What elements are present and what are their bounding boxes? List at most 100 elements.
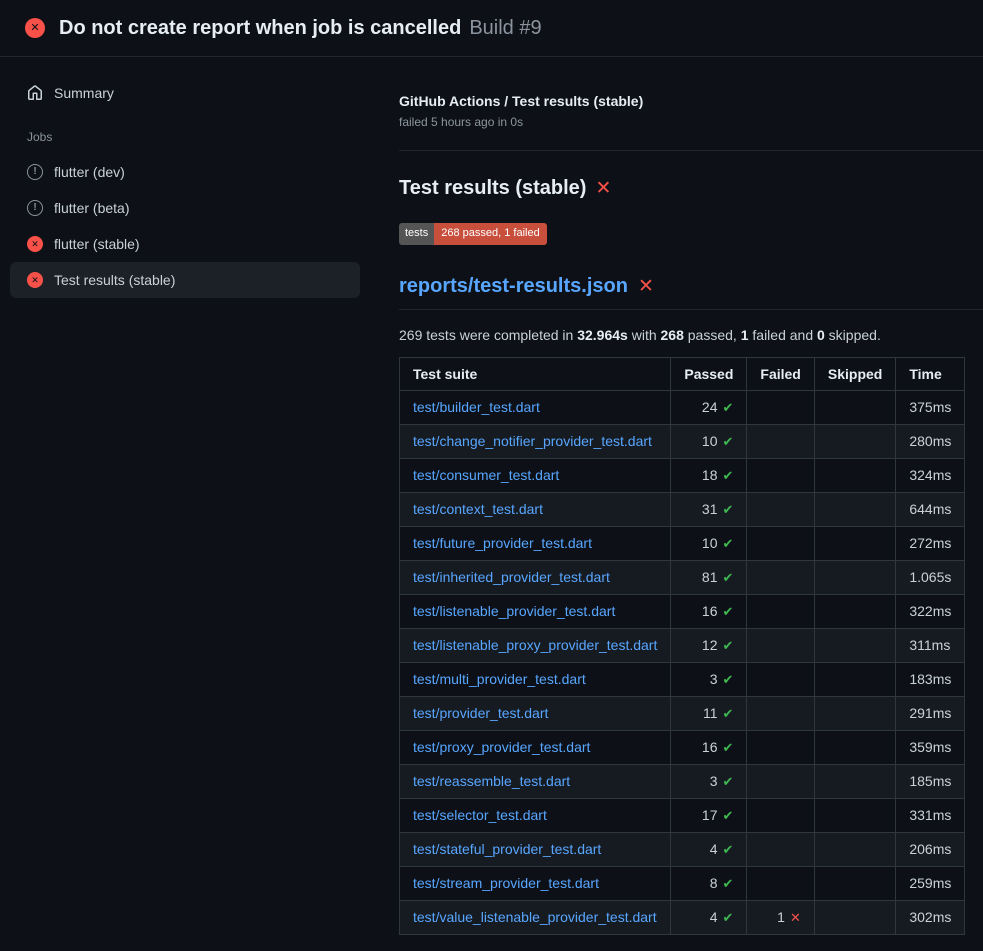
- badge-value: 268 passed, 1 failed: [434, 223, 546, 245]
- failed-cell: [747, 866, 814, 900]
- passed-cell: 10✔: [671, 526, 747, 560]
- passed-count: 3: [710, 671, 718, 687]
- passed-count: 31: [702, 501, 718, 517]
- failed-count: 1: [777, 909, 785, 925]
- failed-cell: [747, 696, 814, 730]
- skipped-cell: [814, 866, 895, 900]
- suite-cell: test/value_listenable_provider_test.dart: [400, 900, 671, 934]
- test-suite-link[interactable]: test/selector_test.dart: [413, 807, 547, 823]
- check-icon: ✔: [723, 502, 734, 517]
- passed-cell: 31 ✔: [671, 492, 747, 526]
- failed-cell: [747, 594, 814, 628]
- test-suite-link[interactable]: test/proxy_provider_test.dart: [413, 739, 590, 755]
- passed-cell: 8✔: [671, 866, 747, 900]
- suite-cell: test/inherited_provider_test.dart: [400, 560, 671, 594]
- failed-cell: [747, 730, 814, 764]
- jobs-list: !flutter (dev)!flutter (beta)✕flutter (s…: [10, 154, 360, 298]
- summary-part: 32.964s: [577, 327, 628, 343]
- main-content: GitHub Actions / Test results (stable) f…: [368, 57, 983, 951]
- failed-cell: [747, 628, 814, 662]
- sidebar-item-job[interactable]: !flutter (dev): [10, 154, 360, 190]
- time-cell: 1.065s: [896, 560, 965, 594]
- suite-cell: test/stream_provider_test.dart: [400, 866, 671, 900]
- failed-icon: ✕: [27, 272, 43, 288]
- neutral-icon: !: [27, 200, 43, 216]
- section-title-text: Test results (stable): [399, 177, 586, 200]
- sidebar-item-job[interactable]: ✕flutter (stable): [10, 226, 360, 262]
- failed-cell: [747, 764, 814, 798]
- table-row: test/stateful_provider_test.dart4✔206ms: [400, 832, 965, 866]
- test-suite-link[interactable]: test/reassemble_test.dart: [413, 773, 570, 789]
- test-suite-link[interactable]: test/stateful_provider_test.dart: [413, 841, 601, 857]
- report-file-link[interactable]: reports/test-results.json: [399, 275, 628, 298]
- check-icon: ✔: [723, 774, 734, 789]
- test-suite-link[interactable]: test/listenable_proxy_provider_test.dart: [413, 637, 657, 653]
- skipped-cell: [814, 764, 895, 798]
- test-suite-link[interactable]: test/context_test.dart: [413, 501, 543, 517]
- table-row: test/inherited_provider_test.dart81✔1.06…: [400, 560, 965, 594]
- suite-cell: test/listenable_provider_test.dart: [400, 594, 671, 628]
- time-cell: 280ms: [896, 424, 965, 458]
- passed-count: 4: [710, 909, 718, 925]
- summary-part: 1: [741, 327, 749, 343]
- check-icon: ✔: [723, 740, 734, 755]
- time-cell: 644ms: [896, 492, 965, 526]
- results-table-head-row: Test suitePassedFailedSkippedTime: [400, 357, 965, 390]
- table-row: test/proxy_provider_test.dart16✔359ms: [400, 730, 965, 764]
- suite-cell: test/context_test.dart: [400, 492, 671, 526]
- time-cell: 185ms: [896, 764, 965, 798]
- table-row: test/stream_provider_test.dart 8✔ 259ms: [400, 866, 965, 900]
- passed-count: 11: [703, 705, 718, 721]
- table-row: test/consumer_test.dart18✔324ms: [400, 458, 965, 492]
- test-suite-link[interactable]: test/stream_provider_test.dart: [413, 875, 599, 891]
- test-suite-link[interactable]: test/consumer_test.dart: [413, 467, 559, 483]
- passed-cell: 12✔: [671, 628, 747, 662]
- check-icon: ✔: [723, 468, 734, 483]
- suite-cell: test/listenable_proxy_provider_test.dart: [400, 628, 671, 662]
- passed-cell: 4✔: [671, 900, 747, 934]
- test-suite-link[interactable]: test/listenable_provider_test.dart: [413, 603, 615, 619]
- passed-cell: 18✔: [671, 458, 747, 492]
- suite-cell: test/future_provider_test.dart: [400, 526, 671, 560]
- table-row: test/builder_test.dart24✔375ms: [400, 390, 965, 424]
- skipped-cell: [814, 730, 895, 764]
- sidebar-item-job[interactable]: ✕Test results (stable): [10, 262, 360, 298]
- test-suite-link[interactable]: test/builder_test.dart: [413, 399, 540, 415]
- test-suite-link[interactable]: test/value_listenable_provider_test.dart: [413, 909, 657, 925]
- summary-part: with: [628, 327, 661, 343]
- passed-count: 17: [702, 807, 718, 823]
- skipped-cell: [814, 492, 895, 526]
- failed-cell: [747, 492, 814, 526]
- test-suite-link[interactable]: test/provider_test.dart: [413, 705, 548, 721]
- check-icon: ✔: [723, 842, 734, 857]
- failed-cell: 1✕: [747, 900, 814, 934]
- table-row: test/provider_test.dart 11✔ 291ms: [400, 696, 965, 730]
- failed-cell: [747, 526, 814, 560]
- summary-part: skipped.: [825, 327, 881, 343]
- check-icon: ✔: [723, 604, 734, 619]
- table-row: test/future_provider_test.dart10✔272ms: [400, 526, 965, 560]
- failed-cell: [747, 424, 814, 458]
- test-suite-link[interactable]: test/future_provider_test.dart: [413, 535, 592, 551]
- failed-icon: ✕: [27, 236, 43, 252]
- time-cell: 291ms: [896, 696, 965, 730]
- passed-cell: 16✔: [671, 730, 747, 764]
- test-suite-link[interactable]: test/inherited_provider_test.dart: [413, 569, 610, 585]
- time-cell: 259ms: [896, 866, 965, 900]
- sidebar-item-summary[interactable]: Summary: [10, 75, 360, 111]
- table-row: test/listenable_proxy_provider_test.dart…: [400, 628, 965, 662]
- column-header: Time: [896, 357, 965, 390]
- summary-part: failed and: [749, 327, 818, 343]
- suite-cell: test/stateful_provider_test.dart: [400, 832, 671, 866]
- jobs-section-heading: Jobs: [10, 111, 360, 154]
- failed-status-icon: ✕: [25, 18, 45, 38]
- test-suite-link[interactable]: test/change_notifier_provider_test.dart: [413, 433, 652, 449]
- passed-cell: 24✔: [671, 390, 747, 424]
- check-icon: ✔: [723, 808, 734, 823]
- test-suite-link[interactable]: test/multi_provider_test.dart: [413, 671, 586, 687]
- sidebar-item-job[interactable]: !flutter (beta): [10, 190, 360, 226]
- suite-cell: test/selector_test.dart: [400, 798, 671, 832]
- passed-cell: 11✔: [671, 696, 747, 730]
- cross-mark-icon: ✕: [638, 277, 654, 296]
- build-number: Build #9: [469, 17, 541, 40]
